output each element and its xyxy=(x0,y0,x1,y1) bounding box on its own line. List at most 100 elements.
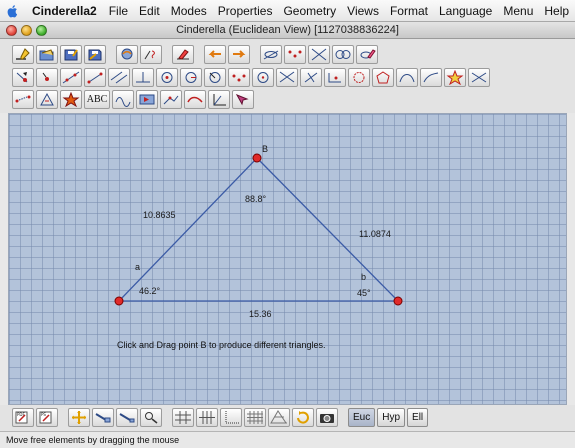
ellipse-button[interactable] xyxy=(420,68,442,87)
select-button[interactable] xyxy=(232,90,254,109)
magnifier-button[interactable] xyxy=(140,408,162,427)
polar-icon xyxy=(115,97,131,107)
add-segment-button[interactable] xyxy=(84,68,106,87)
export-ps-button[interactable]: PS xyxy=(36,408,58,427)
new-button[interactable] xyxy=(12,45,34,64)
menu-file[interactable]: File xyxy=(109,4,128,18)
show-circles-button[interactable] xyxy=(332,45,354,64)
locus-button[interactable] xyxy=(396,68,418,87)
menu-properties[interactable]: Properties xyxy=(218,4,273,18)
add-segment-icon xyxy=(87,72,103,84)
menu-modes[interactable]: Modes xyxy=(171,4,207,18)
side-a-length-label: 10.8635 xyxy=(143,210,176,220)
draw-button[interactable] xyxy=(172,45,194,64)
circle-center-button[interactable] xyxy=(156,68,178,87)
circle-three-points-icon xyxy=(232,74,246,82)
open-button[interactable] xyxy=(36,45,58,64)
measure-toolbar: ABC xyxy=(12,90,254,109)
save-as-button[interactable] xyxy=(84,45,106,64)
parallel-button[interactable] xyxy=(108,68,130,87)
euclidean-view-canvas[interactable]: B 88.8° 10.8635 11.0874 a b 46.2° 45° 15… xyxy=(8,113,567,405)
apple-menu-icon[interactable] xyxy=(6,3,20,19)
line-through-button[interactable] xyxy=(468,68,490,87)
intersection-button[interactable] xyxy=(300,68,322,87)
menu-format[interactable]: Format xyxy=(390,4,428,18)
polygon-button[interactable] xyxy=(348,68,370,87)
point-a[interactable] xyxy=(114,296,124,306)
redo-button[interactable] xyxy=(228,45,250,64)
print-button[interactable] xyxy=(116,45,138,64)
triangle-grid-icon xyxy=(270,410,287,424)
star-button[interactable] xyxy=(444,68,466,87)
hide-lines-button[interactable] xyxy=(308,45,330,64)
export-pdf-button[interactable]: PDF xyxy=(12,408,34,427)
animation-button[interactable] xyxy=(136,90,158,109)
circle-center-icon xyxy=(161,72,173,83)
midpoint-button[interactable] xyxy=(252,68,274,87)
point-c[interactable] xyxy=(393,296,403,306)
menu-geometry[interactable]: Geometry xyxy=(283,4,336,18)
save-button[interactable] xyxy=(60,45,82,64)
circle-radius-button[interactable] xyxy=(180,68,202,87)
triangle-grid-button[interactable] xyxy=(268,408,290,427)
grid-button[interactable] xyxy=(172,408,194,427)
angle-bisector-button[interactable] xyxy=(276,68,298,87)
add-point-button[interactable] xyxy=(36,68,58,87)
zoom-in-icon xyxy=(95,413,111,423)
redo-icon xyxy=(233,50,246,58)
rotate-button[interactable] xyxy=(292,408,314,427)
menu-edit[interactable]: Edit xyxy=(139,4,160,18)
menu-help[interactable]: Help xyxy=(544,4,569,18)
distance-button[interactable] xyxy=(12,90,34,109)
hyperbolic-mode-button[interactable]: Hyp xyxy=(377,408,406,427)
svg-text:PS: PS xyxy=(41,412,46,417)
euclidean-mode-button[interactable]: Euc xyxy=(348,408,376,427)
angle-c-label: 45° xyxy=(357,288,371,298)
zoom-in-button[interactable] xyxy=(92,408,114,427)
animation-icon xyxy=(139,94,155,105)
area-button[interactable] xyxy=(60,90,82,109)
app-menu[interactable]: Cinderella2 xyxy=(32,4,97,18)
elliptic-mode-button[interactable]: Ell xyxy=(407,408,429,427)
hide-button[interactable] xyxy=(260,45,282,64)
star-icon xyxy=(446,70,464,85)
zoom-out-button[interactable] xyxy=(116,408,138,427)
axes-button[interactable] xyxy=(220,408,242,427)
move-view-button[interactable] xyxy=(68,408,90,427)
transform-icon xyxy=(187,96,203,103)
new-icon xyxy=(16,48,30,60)
reflection-button[interactable] xyxy=(160,90,182,109)
arc-button[interactable] xyxy=(372,68,394,87)
circle-three-points-button[interactable] xyxy=(228,68,250,87)
screenshot-button[interactable] xyxy=(316,408,338,427)
draw-icon xyxy=(177,49,189,60)
magnifier-icon xyxy=(145,412,158,424)
pdf-icon: PDF xyxy=(15,411,28,424)
show-points-button[interactable] xyxy=(284,45,306,64)
angle-measure-button[interactable] xyxy=(36,90,58,109)
axes-icon xyxy=(225,411,239,424)
transform-button[interactable] xyxy=(184,90,206,109)
snap-grid-button[interactable] xyxy=(196,408,218,427)
fine-grid-button[interactable] xyxy=(244,408,266,427)
perpendicular-button[interactable] xyxy=(132,68,154,87)
eraser-button[interactable] xyxy=(356,45,378,64)
menu-language[interactable]: Language xyxy=(439,4,492,18)
compass-button[interactable] xyxy=(204,68,226,87)
polar-button[interactable] xyxy=(112,90,134,109)
window-titlebar: Cinderella (Euclidean View) [11270388362… xyxy=(0,22,575,39)
construction-drawing[interactable] xyxy=(9,114,568,406)
text-button[interactable]: ABC xyxy=(84,90,110,109)
edit-button[interactable] xyxy=(140,45,162,64)
menu-menu[interactable]: Menu xyxy=(503,4,533,18)
undo-button[interactable] xyxy=(204,45,226,64)
side-a-segment[interactable] xyxy=(118,157,258,302)
move-button[interactable] xyxy=(12,68,34,87)
conic-button[interactable] xyxy=(324,68,346,87)
compass-icon xyxy=(209,72,221,83)
menu-views[interactable]: Views xyxy=(347,4,379,18)
select-icon xyxy=(235,94,249,106)
add-line-button[interactable] xyxy=(60,68,82,87)
coordinates-button[interactable] xyxy=(208,90,230,109)
point-b[interactable] xyxy=(252,153,262,163)
